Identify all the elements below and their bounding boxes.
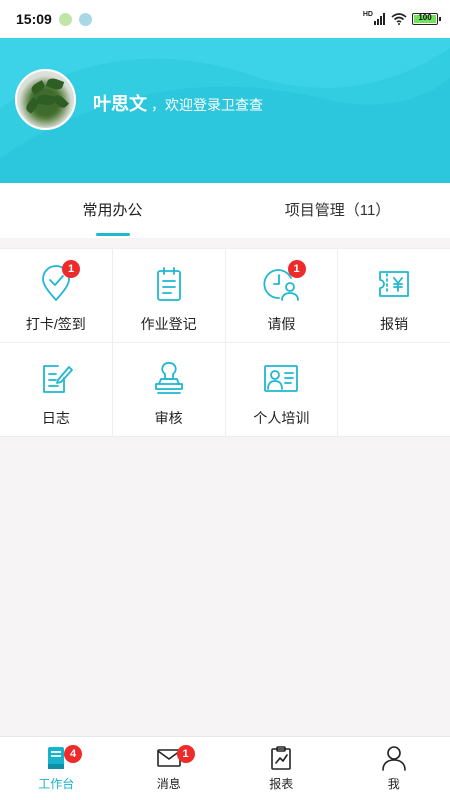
notification-badge: 4 [64,745,82,763]
notification-dot-icon [78,12,92,26]
grid-item-label: 报销 [380,316,409,332]
grid-item-review[interactable]: 审核 [112,343,225,436]
tab-label: 常用办公 [82,202,143,219]
nav-label: 工作台 [38,777,75,791]
nav-label: 消息 [156,777,181,791]
grid-item-log[interactable]: 日志 [0,343,112,436]
grid-item-work-registration[interactable]: 作业登记 [112,249,225,342]
grid-item-reimbursement[interactable]: 报销 [338,249,450,342]
bottom-nav: 4 工作台 1 消息 报表 我 [0,736,450,800]
tab-label: 项目管理 [284,202,345,219]
grid-item-empty [338,343,450,436]
user-name: 叶思文 [93,94,147,114]
tab-bar: 常用办公 项目管理（11） [0,183,450,238]
grid-item-leave[interactable]: 1 请假 [225,249,338,342]
welcome-message: 叶思文 ，欢迎登录卫查查 [93,90,263,116]
training-board-icon [264,365,299,392]
notification-badge: 1 [62,260,80,278]
grid-item-label: 日志 [41,410,70,426]
signal-icon [374,13,385,25]
status-bar: 15:09 HD 100 [0,0,450,38]
function-grid: 1 打卡/签到 作业登记 1 请假 报销 日志 审核 个人培训 [0,248,450,437]
nav-label: 我 [387,777,400,791]
tab-common-office[interactable]: 常用办公 [0,183,225,238]
battery-level: 100 [418,13,432,22]
tab-count: （11） [344,202,391,219]
wifi-icon [391,13,407,25]
profile-header: 叶思文 ，欢迎登录卫查查 [0,38,450,183]
status-indicators: HD 100 [362,11,441,25]
nav-item-reports[interactable]: 报表 [225,737,338,800]
yen-receipt-icon [379,271,410,297]
stamp-icon [154,362,183,394]
grid-item-label: 个人培训 [253,410,310,426]
grid-item-checkin[interactable]: 1 打卡/签到 [0,249,112,342]
nav-item-me[interactable]: 我 [338,737,450,800]
edit-document-icon [42,365,73,393]
grid-item-label: 审核 [154,410,183,426]
welcome-text: ，欢迎登录卫查查 [151,97,263,113]
avatar[interactable] [15,69,76,130]
status-time: 15:09 [16,11,52,27]
grid-item-label: 作业登记 [140,316,197,332]
person-icon [381,746,406,771]
nav-label: 报表 [269,777,294,791]
nav-item-workbench[interactable]: 4 工作台 [0,737,113,800]
report-clipboard-icon [271,746,292,770]
grid-item-label: 打卡/签到 [25,316,86,332]
notification-badge: 1 [176,745,195,763]
grid-item-label: 请假 [267,316,296,332]
tab-active-indicator [95,233,130,236]
notification-badge: 1 [287,260,306,278]
clipboard-icon [156,267,181,301]
network-type-label: HD [362,11,373,18]
notification-dot-icon [58,12,72,26]
nav-item-messages[interactable]: 1 消息 [113,737,226,800]
grid-item-personal-training[interactable]: 个人培训 [225,343,338,436]
battery-icon: 100 [412,13,441,25]
tab-project-management[interactable]: 项目管理（11） [225,183,450,238]
